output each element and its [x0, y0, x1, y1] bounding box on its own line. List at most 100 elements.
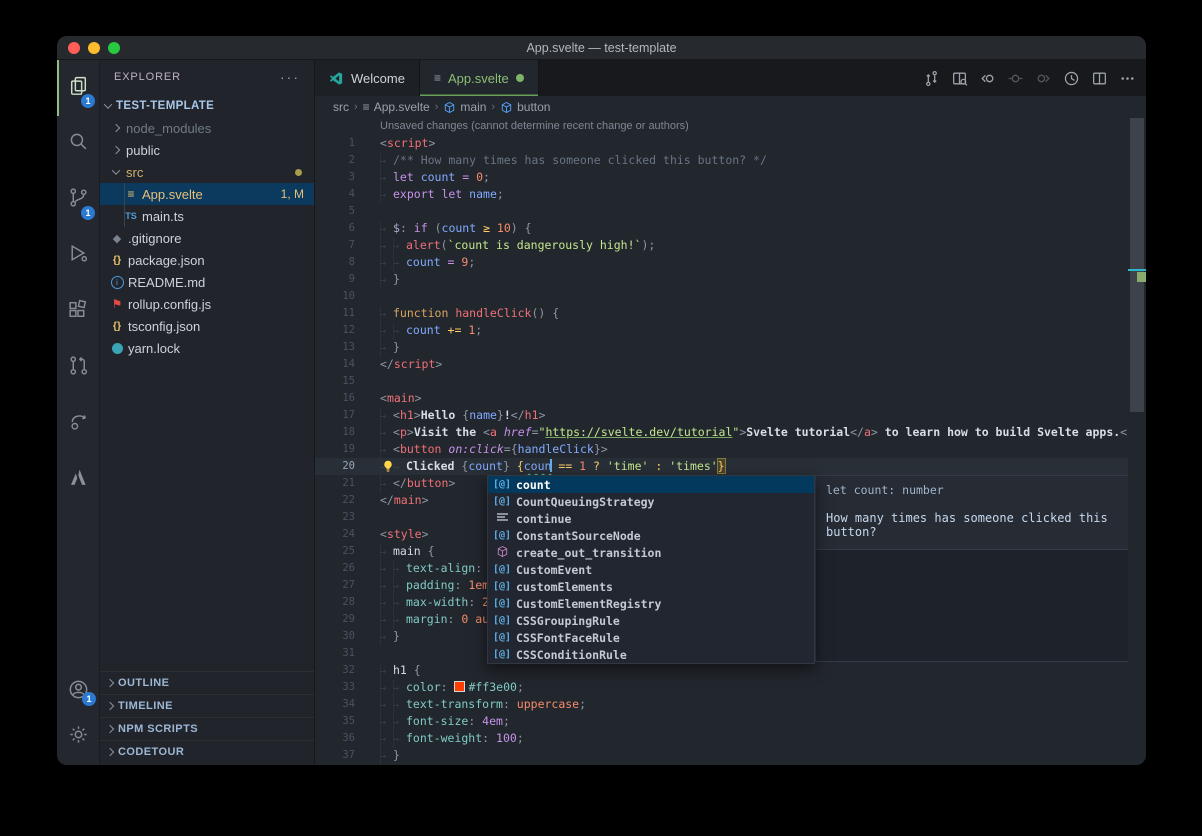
line-number: 36	[315, 730, 355, 747]
current-change-icon[interactable]	[1007, 70, 1024, 87]
suggest-item-cssconditionrule[interactable]: [@]CSSConditionRule	[488, 646, 814, 663]
sidebar-sections: OUTLINETIMELINENPM SCRIPTSCODETOUR	[100, 671, 314, 763]
suggest-item-constantsourcenode[interactable]: [@]ConstantSourceNode	[488, 527, 814, 544]
tree-item-app-svelte[interactable]: ≡App.svelte1, M	[100, 183, 314, 205]
code-line-8[interactable]: 8→→count = 9;	[315, 254, 1146, 271]
section-codetour[interactable]: CODETOUR	[100, 740, 314, 763]
suggest-item-customelementregistry[interactable]: [@]CustomElementRegistry	[488, 595, 814, 612]
suggest-item-customelements[interactable]: [@]customElements	[488, 578, 814, 595]
lightbulb-icon[interactable]	[381, 459, 395, 474]
breadcrumb-main[interactable]: main	[443, 100, 486, 114]
suggest-item-count[interactable]: [@]count	[488, 476, 814, 493]
suggest-item-cssgroupingrule[interactable]: [@]CSSGroupingRule	[488, 612, 814, 629]
tree-item-rollup-config-js[interactable]: ⚑rollup.config.js	[100, 293, 314, 315]
code-line-11[interactable]: 11→function handleClick() {	[315, 305, 1146, 322]
code-line-1[interactable]: 1<script>	[315, 135, 1146, 152]
tree-item-tsconfig-json[interactable]: {}tsconfig.json	[100, 315, 314, 337]
tab-welcome[interactable]: Welcome	[315, 60, 420, 96]
code-line-9[interactable]: 9→}	[315, 271, 1146, 288]
line-number: 5	[315, 203, 355, 220]
code-line-20[interactable]: 20→→Clicked {count} {coun == 1 ? 'time' …	[315, 458, 1146, 475]
code-line-3[interactable]: 3→let count = 0;	[315, 169, 1146, 186]
symbol-variable-icon: [@]	[488, 564, 516, 575]
overview-modified-marker	[1137, 272, 1146, 282]
next-change-icon[interactable]	[1035, 70, 1052, 87]
close-window-button[interactable]	[68, 42, 80, 54]
code-line-37[interactable]: 37→}	[315, 747, 1146, 764]
unsaved-dot-icon[interactable]	[516, 74, 524, 82]
line-number: 30	[315, 628, 355, 645]
code-line-16[interactable]: 16<main>	[315, 390, 1146, 407]
-gitignore-file-icon: ◆	[108, 232, 126, 245]
tree-item-src[interactable]: src	[100, 161, 314, 183]
section-npm-scripts[interactable]: NPM SCRIPTS	[100, 717, 314, 740]
activity-settings[interactable]	[57, 714, 100, 759]
zoom-window-button[interactable]	[108, 42, 120, 54]
activity-explorer[interactable]: 1	[57, 60, 99, 116]
more-actions-icon[interactable]: ···	[280, 69, 300, 85]
line-number: 7	[315, 237, 355, 254]
code-line-4[interactable]: 4→export let name;	[315, 186, 1146, 203]
tree-item-package-json[interactable]: {}package.json	[100, 249, 314, 271]
run-and-debug-icon	[67, 242, 90, 270]
activity-extensions[interactable]	[57, 284, 99, 340]
section-outline[interactable]: OUTLINE	[100, 671, 314, 694]
code-line-32[interactable]: 32→h1 {	[315, 662, 1146, 679]
file-tree: node_modulespublicsrc≡App.svelte1, MTSma…	[100, 117, 314, 359]
tree-root-test-template[interactable]: TEST-TEMPLATE	[100, 94, 314, 117]
tree-item--gitignore[interactable]: ◆.gitignore	[100, 227, 314, 249]
previous-change-icon[interactable]	[979, 70, 996, 87]
split-editor-icon[interactable]	[1091, 70, 1108, 87]
editor-scrollbar[interactable]	[1128, 118, 1146, 765]
code-line-12[interactable]: 12→→count += 1;	[315, 322, 1146, 339]
open-changes-icon[interactable]	[951, 70, 968, 87]
github-pull-requests-icon	[67, 354, 90, 382]
code-line-18[interactable]: 18→<p>Visit the <a href="https://svelte.…	[315, 424, 1146, 441]
tab-app-svelte[interactable]: ≡ App.svelte	[420, 60, 539, 96]
scrollbar-slider[interactable]	[1130, 118, 1144, 412]
code-line-15[interactable]: 15	[315, 373, 1146, 390]
code-line-2[interactable]: 2→/** How many times has someone clicked…	[315, 152, 1146, 169]
code-line-5[interactable]: 5	[315, 203, 1146, 220]
suggest-item-continue[interactable]: continue	[488, 510, 814, 527]
symbol-variable-icon: [@]	[488, 649, 516, 660]
activity-search[interactable]	[57, 116, 99, 172]
code-line-7[interactable]: 7→→alert(`count is dangerously high!`);	[315, 237, 1146, 254]
activity-live-share[interactable]	[57, 396, 99, 452]
tree-item-public[interactable]: public	[100, 139, 314, 161]
activity-source-control[interactable]: 1	[57, 172, 99, 228]
suggest-item-countqueuingstrategy[interactable]: [@]CountQueuingStrategy	[488, 493, 814, 510]
section-timeline[interactable]: TIMELINE	[100, 694, 314, 717]
code-line-13[interactable]: 13→}	[315, 339, 1146, 356]
suggest-item-cssfontfacerule[interactable]: [@]CSSFontFaceRule	[488, 629, 814, 646]
breadcrumb-button[interactable]: button	[500, 100, 550, 114]
code-line-10[interactable]: 10	[315, 288, 1146, 305]
tree-item-node-modules[interactable]: node_modules	[100, 117, 314, 139]
tree-item-readme-md[interactable]: iREADME.md	[100, 271, 314, 293]
minimize-window-button[interactable]	[88, 42, 100, 54]
tree-item-main-ts[interactable]: TSmain.ts	[100, 205, 314, 227]
code-editor[interactable]: Unsaved changes (cannot determine recent…	[315, 118, 1146, 765]
activity-github-pull-requests[interactable]	[57, 340, 99, 396]
line-number: 15	[315, 373, 355, 390]
code-line-17[interactable]: 17→<h1>Hello {name}!</h1>	[315, 407, 1146, 424]
code-line-14[interactable]: 14</script>	[315, 356, 1146, 373]
code-line-33[interactable]: 33→→color: #ff3e00;	[315, 679, 1146, 696]
code-line-6[interactable]: 6→$: if (count ≥ 10) {	[315, 220, 1146, 237]
code-line-34[interactable]: 34→→text-transform: uppercase;	[315, 696, 1146, 713]
code-line-35[interactable]: 35→→font-size: 4em;	[315, 713, 1146, 730]
tree-item-yarn-lock[interactable]: yarn.lock	[100, 337, 314, 359]
activity-accounts[interactable]: 1	[57, 669, 100, 714]
breadcrumb-app-svelte[interactable]: ≡App.svelte	[363, 100, 430, 114]
symbol-cube-icon	[500, 101, 513, 114]
file-history-icon[interactable]	[1063, 70, 1080, 87]
activity-run-and-debug[interactable]	[57, 228, 99, 284]
suggest-item-create_out_transition[interactable]: create_out_transition	[488, 544, 814, 561]
breadcrumb-src[interactable]: src	[333, 100, 349, 114]
code-line-36[interactable]: 36→→font-weight: 100;	[315, 730, 1146, 747]
more-actions-icon[interactable]	[1119, 70, 1136, 87]
suggest-item-customevent[interactable]: [@]CustomEvent	[488, 561, 814, 578]
activity-azure[interactable]	[57, 452, 99, 508]
compare-changes-icon[interactable]	[923, 70, 940, 87]
code-line-19[interactable]: 19→<button on:click={handleClick}>	[315, 441, 1146, 458]
